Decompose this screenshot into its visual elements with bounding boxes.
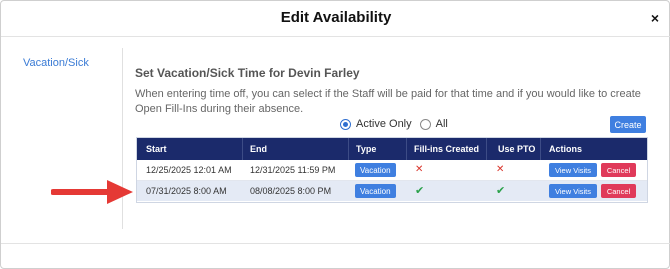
check-icon: ✔ [415, 185, 425, 197]
start-cell: 07/31/2025 8:00 AM [146, 186, 227, 196]
annotation-arrow-icon [51, 180, 133, 204]
section-description: When entering time off, you can select i… [135, 88, 641, 115]
footer-divider [1, 243, 670, 244]
start-cell: 12/25/2025 12:01 AM [146, 165, 232, 175]
type-badge[interactable]: Vacation [355, 184, 396, 198]
create-button[interactable]: Create [610, 116, 646, 133]
active-only-radio[interactable] [340, 118, 351, 130]
cross-icon: ✕ [415, 164, 424, 175]
all-radio[interactable] [419, 118, 431, 130]
column-header-start: Start [146, 144, 167, 154]
section-title: Set Vacation/Sick Time for Devin Farley [135, 66, 360, 80]
check-icon: ✔ [496, 185, 506, 197]
column-header-fill-ins: Fill-ins Created [414, 144, 480, 154]
column-header-type: Type [356, 144, 377, 154]
cross-icon: ✕ [496, 164, 505, 175]
time-off-table: Start End Type Fill-ins Created Use PTO … [136, 137, 648, 203]
column-header-actions: Actions [549, 144, 583, 154]
type-badge[interactable]: Vacation [355, 163, 396, 177]
end-cell: 12/31/2025 11:59 PM [250, 165, 336, 175]
status-filter: Active Only All [340, 118, 448, 130]
cancel-button[interactable]: Cancel [601, 184, 636, 198]
table-row: 07/31/2025 8:00 AM 08/08/2025 8:00 PM Va… [137, 181, 647, 201]
cancel-button[interactable]: Cancel [601, 163, 636, 177]
table-row: 12/25/2025 12:01 AM 12/31/2025 11:59 PM … [137, 160, 647, 181]
column-header-use-pto: Use PTO [498, 144, 536, 154]
dialog-title: Edit Availability [280, 9, 392, 26]
active-only-label: Active Only [356, 118, 412, 130]
column-header-end: End [250, 144, 267, 154]
view-visits-button[interactable]: View Visits [549, 184, 597, 198]
edit-availability-dialog: Edit Availability × Vacation/Sick Set Va… [0, 0, 670, 269]
end-cell: 08/08/2025 8:00 PM [250, 186, 332, 196]
view-visits-button[interactable]: View Visits [549, 163, 597, 177]
dialog-header: Edit Availability × [1, 1, 670, 37]
close-icon[interactable]: × [651, 10, 659, 26]
table-header: Start End Type Fill-ins Created Use PTO … [137, 138, 647, 160]
all-label: All [435, 118, 448, 130]
sidebar-item-vacation-sick[interactable]: Vacation/Sick [23, 57, 89, 69]
